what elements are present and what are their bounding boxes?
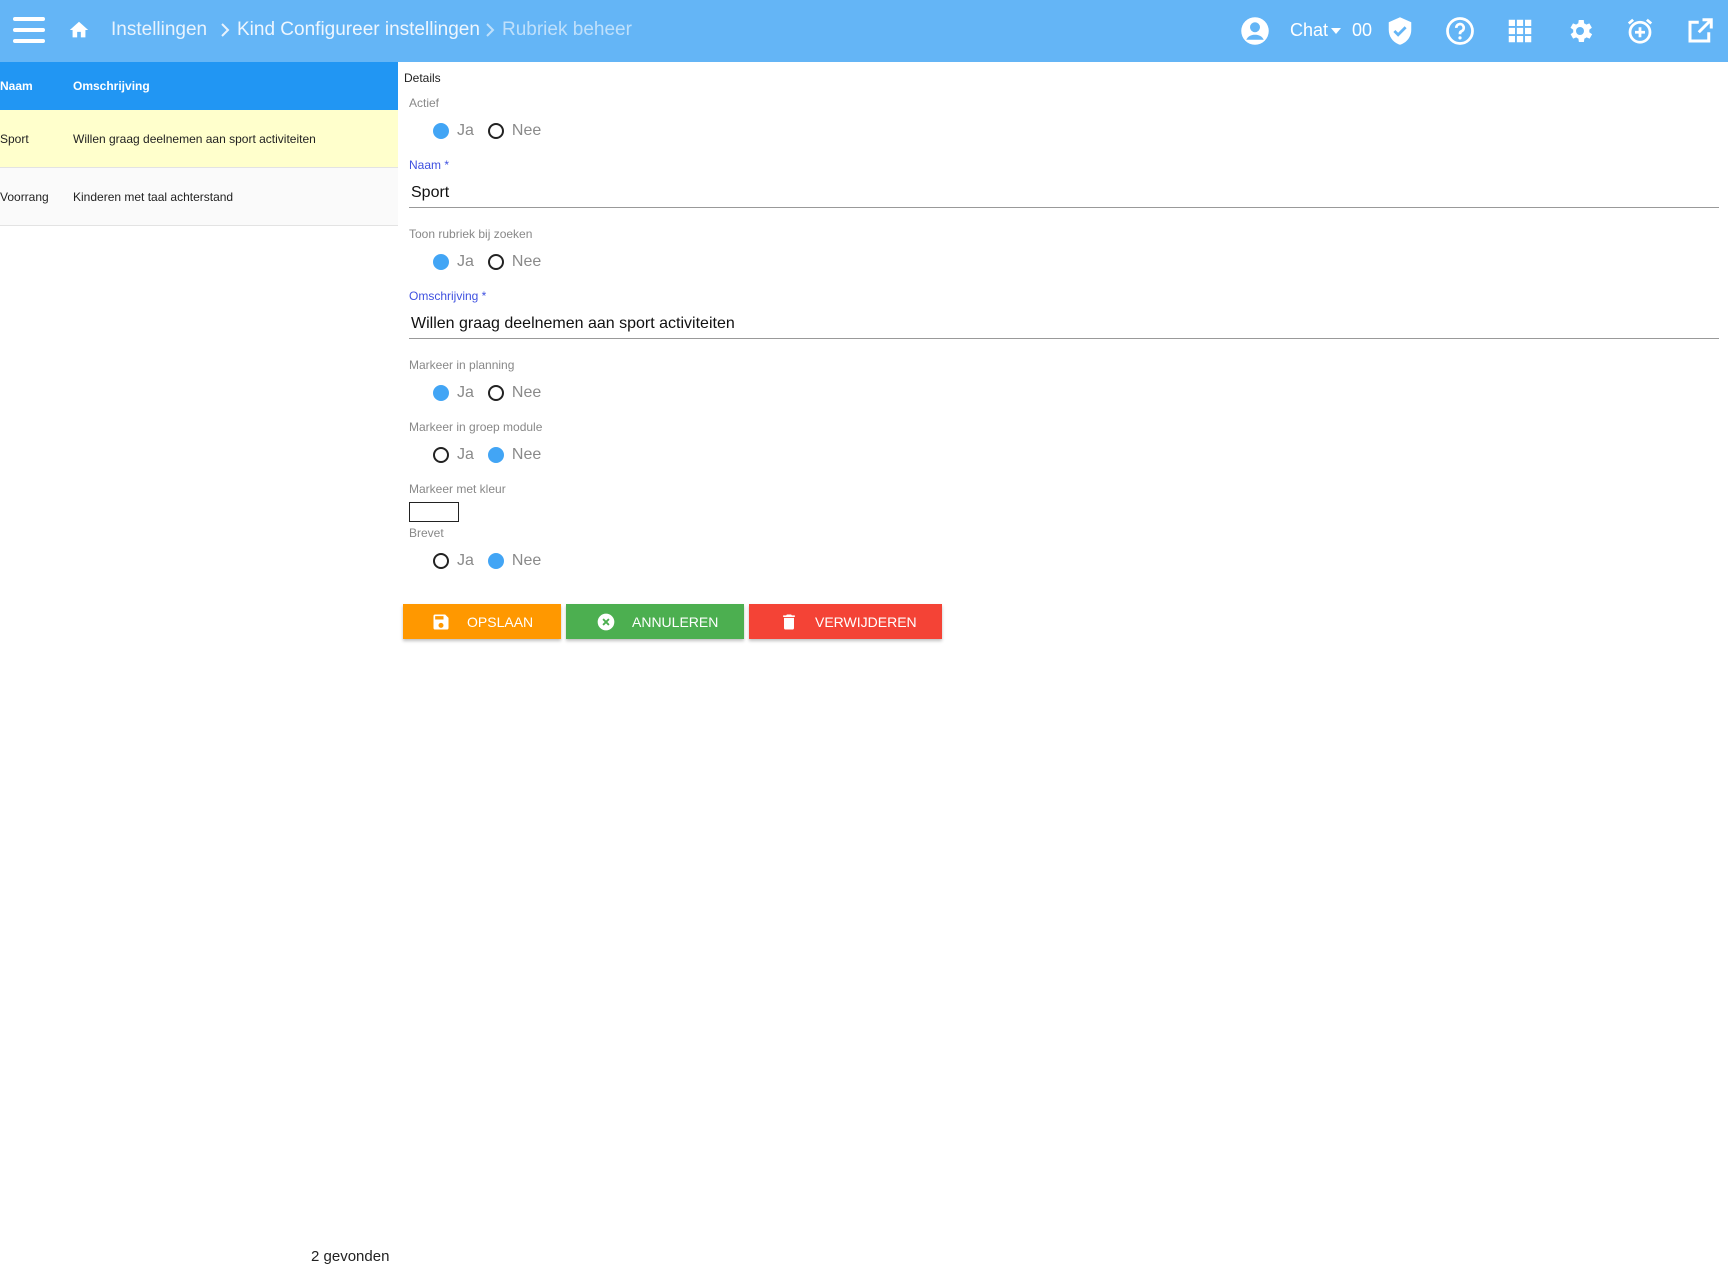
toon-rubriek-label: Toon rubriek bij zoeken bbox=[409, 227, 533, 241]
breadcrumb-instellingen[interactable]: Instellingen bbox=[111, 19, 207, 41]
row-omschrijving: Willen graag deelnemen aan sport activit… bbox=[73, 132, 316, 146]
open-external-icon[interactable] bbox=[1685, 16, 1715, 46]
brevet-ja-radio[interactable] bbox=[433, 553, 449, 569]
toon-rubriek-nee-radio[interactable] bbox=[487, 254, 504, 270]
markeer-planning-nee-radio[interactable] bbox=[487, 385, 504, 401]
alarm-add-icon[interactable] bbox=[1625, 16, 1655, 46]
table-row[interactable]: Voorrang Kinderen met taal achterstand bbox=[0, 168, 398, 226]
account-icon[interactable] bbox=[1240, 16, 1270, 46]
help-icon[interactable] bbox=[1445, 16, 1475, 46]
markeer-planning-ja-radio[interactable] bbox=[433, 385, 449, 401]
shield-check-icon[interactable] bbox=[1385, 16, 1415, 46]
markeer-groep-ja-radio[interactable] bbox=[433, 447, 449, 463]
option-nee-label: Nee bbox=[511, 253, 542, 270]
chat-count: 00 bbox=[1352, 20, 1373, 40]
color-picker-swatch[interactable] bbox=[409, 502, 459, 522]
markeer-planning-radio-group: Ja Nee bbox=[433, 383, 555, 403]
markeer-groep-label: Markeer in groep module bbox=[409, 420, 543, 434]
omschrijving-label: Omschrijving * bbox=[409, 289, 487, 303]
option-ja-label: Ja bbox=[457, 552, 474, 569]
apps-grid-icon[interactable] bbox=[1505, 16, 1535, 46]
brevet-radio-group: Ja Nee bbox=[433, 551, 555, 571]
chevron-down-icon[interactable] bbox=[1331, 28, 1341, 34]
column-header-naam[interactable]: Naam bbox=[0, 79, 33, 93]
actief-nee-radio[interactable] bbox=[487, 123, 504, 139]
chevron-right-icon bbox=[221, 23, 230, 37]
option-ja-label: Ja bbox=[457, 253, 474, 270]
brevet-nee-radio[interactable] bbox=[487, 553, 504, 569]
save-icon bbox=[433, 614, 449, 629]
trash-icon bbox=[783, 614, 795, 629]
row-omschrijving: Kinderen met taal achterstand bbox=[73, 190, 234, 204]
table-row[interactable]: Sport Willen graag deelnemen aan sport a… bbox=[0, 110, 398, 168]
save-button[interactable]: OPSLAAN bbox=[403, 604, 561, 639]
omschrijving-input[interactable] bbox=[409, 309, 1719, 339]
details-title: Details bbox=[404, 71, 441, 85]
cancel-circle-icon bbox=[597, 613, 615, 630]
top-bar: Instellingen Kind Configureer instelling… bbox=[0, 0, 1728, 62]
naam-input[interactable] bbox=[409, 178, 1719, 208]
home-icon[interactable] bbox=[68, 19, 90, 41]
row-naam: Sport bbox=[0, 132, 29, 146]
brevet-label: Brevet bbox=[409, 526, 444, 540]
markeer-groep-radio-group: Ja Nee bbox=[433, 445, 555, 465]
cancel-button-label: ANNULEREN bbox=[632, 613, 719, 630]
cancel-button[interactable]: ANNULEREN bbox=[566, 604, 744, 639]
breadcrumb-kind-configureer[interactable]: Kind Configureer instellingen bbox=[237, 19, 480, 41]
option-nee-label: Nee bbox=[511, 384, 542, 401]
save-button-label: OPSLAAN bbox=[467, 613, 534, 630]
markeer-kleur-label: Markeer met kleur bbox=[409, 482, 506, 496]
delete-button-label: VERWIJDEREN bbox=[815, 613, 917, 630]
markeer-planning-label: Markeer in planning bbox=[409, 358, 515, 372]
column-header-omschrijving[interactable]: Omschrijving bbox=[73, 79, 150, 93]
delete-button[interactable]: VERWIJDEREN bbox=[749, 604, 942, 639]
naam-label: Naam * bbox=[409, 158, 450, 172]
actief-radio-group: Ja Nee bbox=[433, 121, 555, 141]
option-nee-label: Nee bbox=[511, 446, 542, 463]
chevron-right-icon bbox=[486, 23, 495, 37]
option-ja-label: Ja bbox=[457, 446, 474, 463]
menu-icon[interactable] bbox=[13, 17, 45, 43]
option-nee-label: Nee bbox=[511, 552, 542, 569]
actief-label: Actief bbox=[409, 96, 440, 110]
option-ja-label: Ja bbox=[457, 122, 474, 139]
markeer-groep-nee-radio[interactable] bbox=[487, 447, 504, 463]
rubriek-list: Naam Omschrijving Sport Willen graag dee… bbox=[0, 62, 398, 226]
actief-ja-radio[interactable] bbox=[433, 123, 449, 139]
row-naam: Voorrang bbox=[0, 190, 49, 204]
option-ja-label: Ja bbox=[457, 384, 474, 401]
breadcrumb-rubriek-beheer: Rubriek beheer bbox=[502, 19, 632, 40]
gear-icon[interactable] bbox=[1565, 16, 1595, 46]
toon-rubriek-ja-radio[interactable] bbox=[433, 254, 449, 270]
option-nee-label: Nee bbox=[511, 122, 542, 139]
results-count: 2 gevonden bbox=[311, 1248, 390, 1265]
toon-rubriek-radio-group: Ja Nee bbox=[433, 252, 555, 272]
chat-menu[interactable]: Chat bbox=[1290, 20, 1328, 41]
list-header: Naam Omschrijving bbox=[0, 62, 398, 110]
